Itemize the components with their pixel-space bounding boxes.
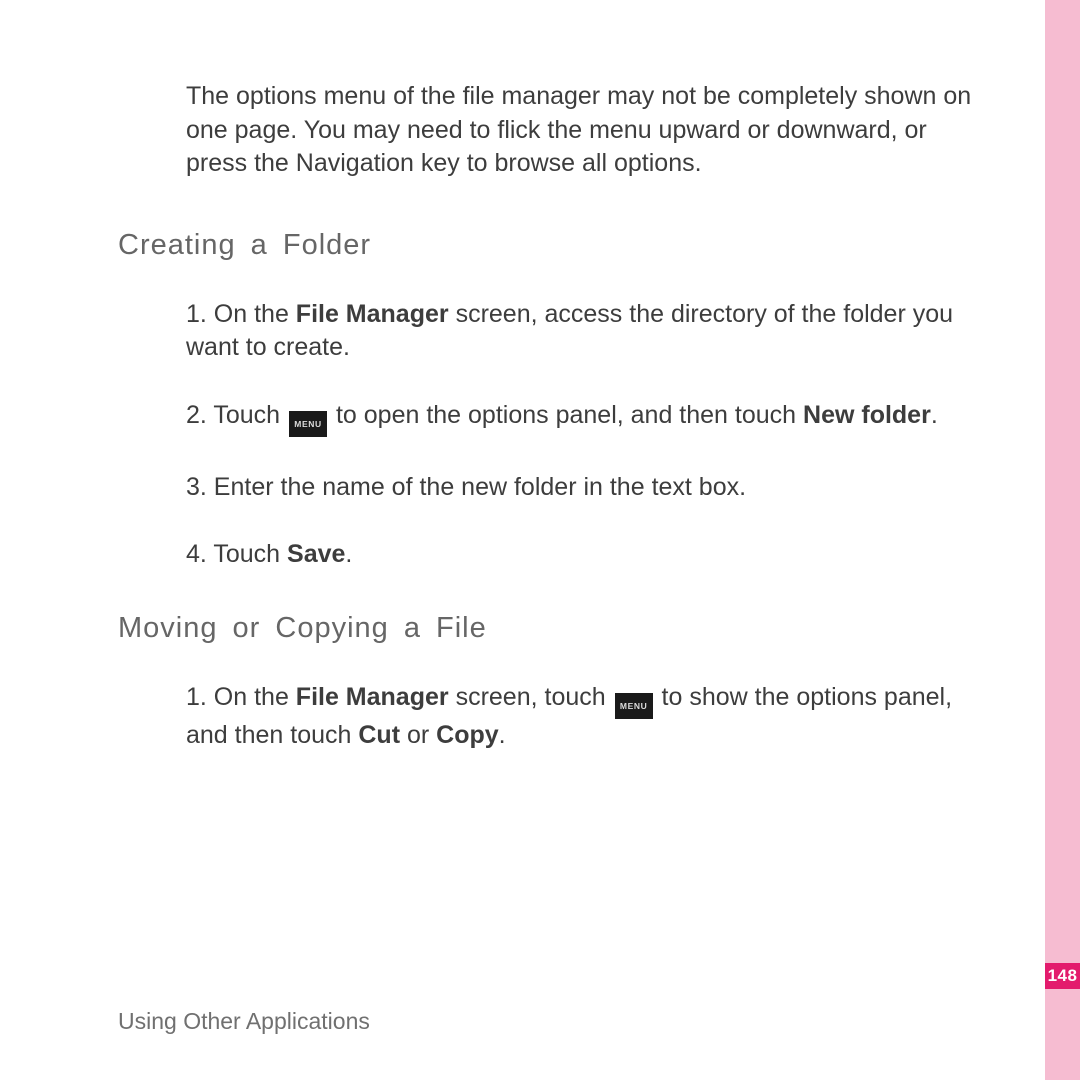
page-number-badge: 148: [1045, 963, 1080, 989]
text: screen, touch: [449, 683, 613, 711]
footer-chapter-label: Using Other Applications: [118, 1008, 370, 1035]
text: 1. On the: [186, 300, 296, 328]
steps-moving-copying: 1. On the File Manager screen, touch MEN…: [186, 681, 980, 753]
bold-copy: Copy: [436, 721, 499, 749]
heading-moving-copying: Moving or Copying a File: [118, 612, 980, 645]
text: 2. Touch: [186, 401, 287, 429]
bold-file-manager: File Manager: [296, 683, 449, 711]
step-1: 1. On the File Manager screen, access th…: [186, 298, 980, 365]
bold-cut: Cut: [358, 721, 400, 749]
step-2: 2. Touch MENU to open the options panel,…: [186, 399, 980, 437]
bold-new-folder: New folder: [803, 401, 931, 429]
heading-creating-folder: Creating a Folder: [118, 229, 980, 262]
menu-icon: MENU: [289, 411, 327, 437]
text: 1. On the: [186, 683, 296, 711]
text: or: [400, 721, 436, 749]
step-4: 4. Touch Save.: [186, 538, 980, 572]
step-1: 1. On the File Manager screen, touch MEN…: [186, 681, 980, 753]
text: .: [931, 401, 938, 429]
side-color-strip: [1045, 0, 1080, 1080]
text: .: [345, 540, 352, 568]
step-3: 3. Enter the name of the new folder in t…: [186, 471, 980, 505]
text: 4. Touch: [186, 540, 287, 568]
text: to open the options panel, and then touc…: [329, 401, 803, 429]
text: .: [499, 721, 506, 749]
bold-file-manager: File Manager: [296, 300, 449, 328]
bold-save: Save: [287, 540, 345, 568]
intro-paragraph: The options menu of the file manager may…: [186, 80, 980, 181]
steps-creating-folder: 1. On the File Manager screen, access th…: [186, 298, 980, 572]
menu-icon: MENU: [615, 693, 653, 719]
page-content: The options menu of the file manager may…: [118, 80, 980, 792]
